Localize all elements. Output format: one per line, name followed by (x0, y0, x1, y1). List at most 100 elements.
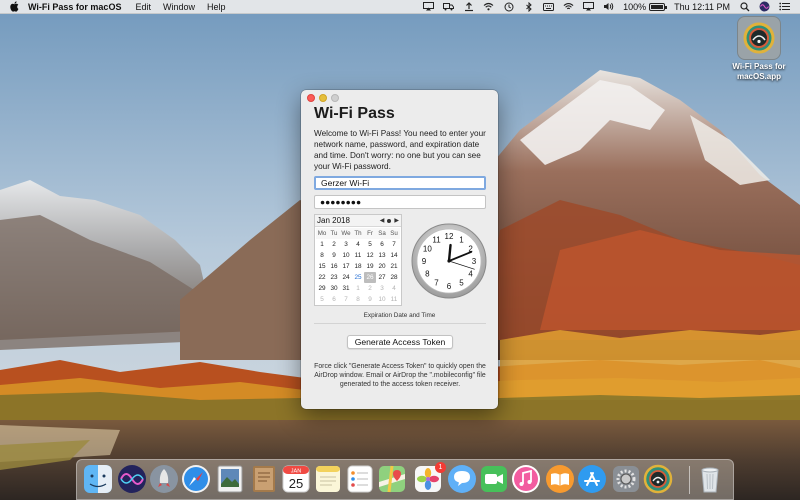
notification-center-icon[interactable] (779, 2, 790, 12)
calendar-day[interactable]: 9 (328, 250, 340, 261)
minimize-window-button[interactable] (319, 94, 327, 102)
calendar-day[interactable]: 3 (340, 239, 352, 250)
dock-books[interactable] (545, 464, 575, 494)
calendar-day[interactable]: 15 (316, 261, 328, 272)
siri-menu-icon[interactable] (759, 1, 770, 12)
desktop-app-icon[interactable]: Wi-Fi Pass for macOS.app (728, 16, 790, 82)
calendar-day[interactable]: 8 (316, 250, 328, 261)
calendar-day[interactable]: 10 (376, 294, 388, 305)
spotlight-icon[interactable] (739, 1, 750, 12)
time-machine-icon[interactable] (503, 2, 514, 12)
calendar-day[interactable]: 5 (316, 294, 328, 305)
calendar-day[interactable]: 11 (352, 250, 364, 261)
calendar-day[interactable]: 27 (376, 272, 388, 283)
apple-menu-icon[interactable] (10, 1, 20, 12)
calendar-day[interactable]: 24 (340, 272, 352, 283)
wifi-icon[interactable] (563, 2, 574, 12)
truck-icon[interactable] (443, 2, 455, 12)
calendar-day[interactable]: 1 (316, 239, 328, 250)
dock-photos[interactable]: 1 (413, 462, 446, 494)
calendar-day[interactable]: 4 (352, 239, 364, 250)
calendar-day[interactable]: 5 (364, 239, 376, 250)
menu-window[interactable]: Window (163, 2, 195, 12)
dock-maps[interactable] (377, 464, 407, 494)
calendar-day[interactable]: 16 (328, 261, 340, 272)
calendar-day[interactable]: 10 (340, 250, 352, 261)
menu-edit[interactable]: Edit (135, 2, 151, 12)
today-dot-icon[interactable] (387, 218, 392, 223)
dock-music[interactable] (511, 464, 541, 494)
calendar-day[interactable]: 9 (364, 294, 376, 305)
calendar-day[interactable]: 6 (376, 239, 388, 250)
calendar-day[interactable]: 7 (340, 294, 352, 305)
dock-reminders[interactable] (345, 464, 375, 494)
dock-siri[interactable] (117, 464, 147, 494)
calendar-day[interactable]: 4 (388, 283, 400, 294)
dock-facetime[interactable] (479, 464, 509, 494)
previous-month-icon[interactable]: ◀ (380, 217, 385, 224)
screen-mirroring-icon[interactable] (423, 2, 435, 12)
menu-app-name[interactable]: Wi-Fi Pass for macOS (28, 2, 121, 12)
app-store-icon (578, 465, 606, 493)
close-window-button[interactable] (307, 94, 315, 102)
calendar-day[interactable]: 26 (364, 272, 376, 283)
calendar-day[interactable]: 8 (352, 294, 364, 305)
battery-status[interactable]: 100% (623, 2, 668, 12)
calendar-day[interactable]: 18 (352, 261, 364, 272)
keyboard-icon[interactable] (543, 2, 555, 12)
calendar-day[interactable]: 21 (388, 261, 400, 272)
calendar-day[interactable]: 31 (340, 283, 352, 294)
calendar-day[interactable]: 3 (376, 283, 388, 294)
dock-messages[interactable] (447, 464, 477, 494)
calendar-day[interactable]: 22 (316, 272, 328, 283)
expiration-time-clock[interactable]: 12 1234567891011 (411, 223, 487, 299)
photos-badge: 1 (435, 462, 446, 473)
calendar-day[interactable]: 7 (388, 239, 400, 250)
trash-icon (701, 467, 719, 493)
bluetooth-icon[interactable] (523, 1, 534, 12)
calendar-day[interactable]: 29 (316, 283, 328, 294)
dock-safari[interactable] (181, 464, 211, 494)
dock-trash[interactable] (695, 464, 725, 494)
volume-icon[interactable] (603, 2, 614, 12)
next-month-icon[interactable]: ▶ (394, 217, 399, 224)
gear-icon (613, 466, 639, 492)
calendar-day[interactable]: 6 (328, 294, 340, 305)
calendar-day[interactable]: 13 (376, 250, 388, 261)
clock-number: 7 (434, 279, 439, 288)
calendar-day[interactable]: 25 (352, 272, 364, 283)
dock-app-store[interactable] (577, 464, 607, 494)
dock-calendar[interactable]: JAN 25 (281, 464, 311, 494)
calendar-day[interactable]: 12 (364, 250, 376, 261)
dock-preview[interactable] (215, 464, 245, 494)
dock-finder[interactable] (83, 464, 113, 494)
upload-icon[interactable] (463, 1, 474, 12)
calendar-day[interactable]: 2 (328, 239, 340, 250)
dock-notefile[interactable] (249, 464, 279, 494)
airplay-icon[interactable] (583, 2, 595, 12)
calendar-day[interactable]: 2 (364, 283, 376, 294)
dock-wifi-pass[interactable] (643, 464, 673, 494)
wifi-status-icon[interactable] (483, 2, 494, 12)
calendar-day[interactable]: 23 (328, 272, 340, 283)
calendar-day[interactable]: 30 (328, 283, 340, 294)
calendar-day[interactable]: 19 (364, 261, 376, 272)
calendar-day[interactable]: 17 (340, 261, 352, 272)
network-name-input[interactable] (314, 176, 486, 190)
calendar-day[interactable]: 28 (388, 272, 400, 283)
calendar-day[interactable]: 14 (388, 250, 400, 261)
dock-launchpad[interactable] (149, 464, 179, 494)
menu-help[interactable]: Help (207, 2, 226, 12)
menu-clock[interactable]: Thu 12:11 PM (674, 2, 730, 12)
dock-system-preferences[interactable] (611, 464, 641, 494)
svg-text:JAN: JAN (291, 469, 301, 475)
calendar-day[interactable]: 20 (376, 261, 388, 272)
generate-access-token-button[interactable]: Generate Access Token (347, 335, 453, 349)
calendar-day[interactable]: 1 (352, 283, 364, 294)
expiration-date-picker[interactable]: Jan 2018 ◀ ▶ Mo Tu We Th Fr Sa Su 1 2 3 4 5 6 7 8 9 10 11… (314, 214, 402, 306)
calendar-weekday: Th (352, 228, 364, 239)
calendar-day[interactable]: 11 (388, 294, 400, 305)
password-input[interactable] (314, 195, 486, 209)
dock-notes[interactable] (313, 464, 343, 494)
zoom-window-button[interactable] (331, 94, 339, 102)
